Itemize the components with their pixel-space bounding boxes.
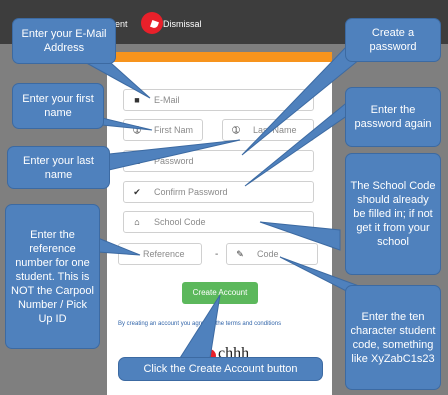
callout-reference: Enter the reference number for one stude… [5, 204, 100, 349]
callout-password: Create a password [345, 18, 441, 62]
callout-student-code: Enter the ten character student code, so… [345, 285, 441, 390]
callout-password-again: Enter the password again [345, 87, 441, 147]
callout-create-button: Click the Create Account button [118, 357, 323, 381]
callout-email: Enter your E-Mail Address [12, 18, 116, 64]
callout-first-name: Enter your first name [12, 83, 104, 129]
callout-school-code: The School Code should already be filled… [345, 153, 441, 275]
callout-last-name: Enter your last name [7, 146, 110, 189]
